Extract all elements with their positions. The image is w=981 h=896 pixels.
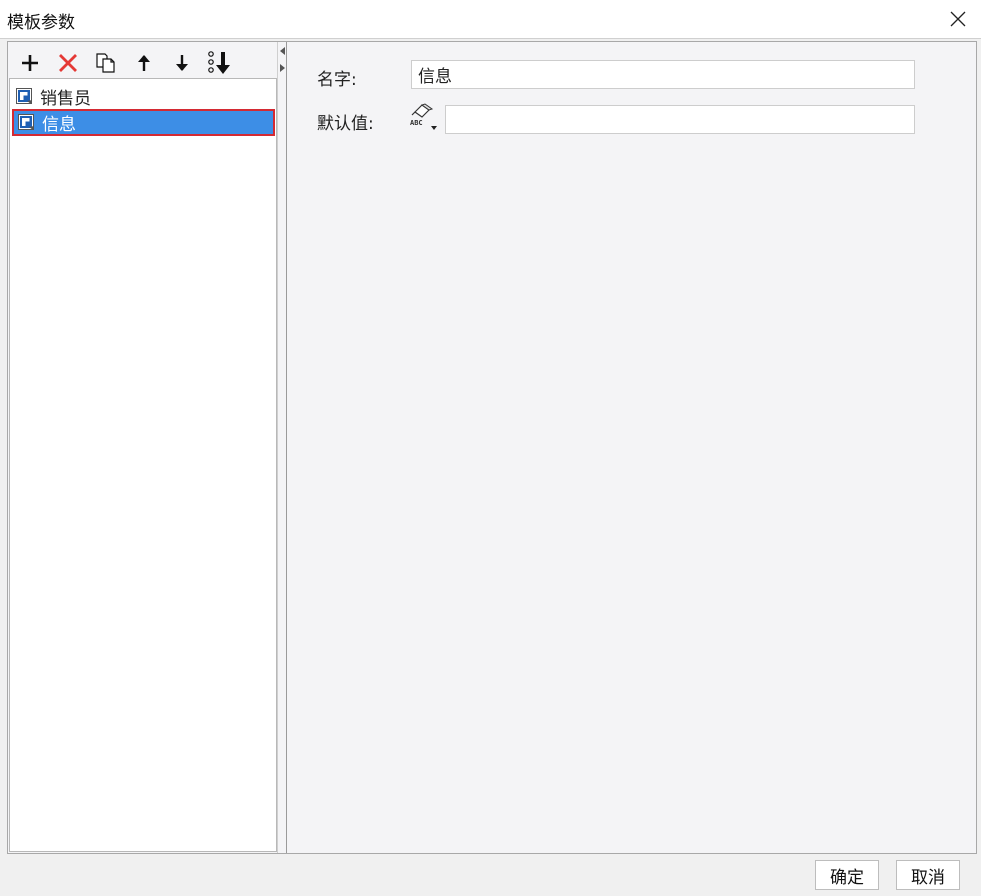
name-input[interactable] (411, 60, 915, 89)
parameter-detail-pane: 名字: 默认值: ABC (288, 42, 976, 853)
name-label: 名字: (317, 70, 357, 90)
close-button[interactable] (935, 0, 981, 38)
add-button[interactable] (14, 48, 46, 78)
svg-text:ABC: ABC (410, 119, 423, 127)
window-title: 模板参数 (7, 13, 75, 33)
collapse-left-icon[interactable] (280, 47, 285, 55)
parameter-list: 销售员 信息 (9, 78, 277, 852)
parameter-icon (16, 88, 32, 104)
cancel-button[interactable]: 取消 (896, 860, 960, 890)
ok-button[interactable]: 确定 (815, 860, 879, 890)
arrow-down-icon (176, 55, 188, 71)
value-type-picker[interactable]: ABC (409, 102, 441, 134)
plus-icon (22, 55, 38, 71)
parameter-list-pane: 销售员 信息 (8, 42, 278, 853)
parameter-icon (18, 114, 34, 130)
list-item-selected[interactable]: 信息 (12, 109, 275, 136)
move-up-button[interactable] (128, 48, 160, 78)
sort-down-icon (208, 51, 230, 74)
arrow-up-icon (138, 55, 150, 71)
copy-button[interactable] (90, 48, 122, 78)
toolbar (14, 48, 242, 78)
list-item-label: 信息 (42, 115, 76, 135)
close-icon (950, 11, 966, 27)
pane-splitter[interactable] (278, 42, 287, 853)
title-bar: 模板参数 (0, 0, 981, 39)
default-value-input[interactable] (445, 105, 915, 134)
content-frame: 销售员 信息 名字: 默认值: (7, 41, 977, 854)
sort-button[interactable] (204, 48, 236, 78)
expand-right-icon[interactable] (280, 64, 285, 72)
default-value-label: 默认值: (317, 114, 374, 134)
move-down-button[interactable] (166, 48, 198, 78)
delete-x-icon (59, 54, 77, 72)
list-item-label: 销售员 (40, 89, 91, 109)
abc-type-icon: ABC (410, 103, 437, 130)
copy-icon (96, 53, 115, 73)
list-item[interactable]: 销售员 (12, 83, 275, 110)
delete-button[interactable] (52, 48, 84, 78)
